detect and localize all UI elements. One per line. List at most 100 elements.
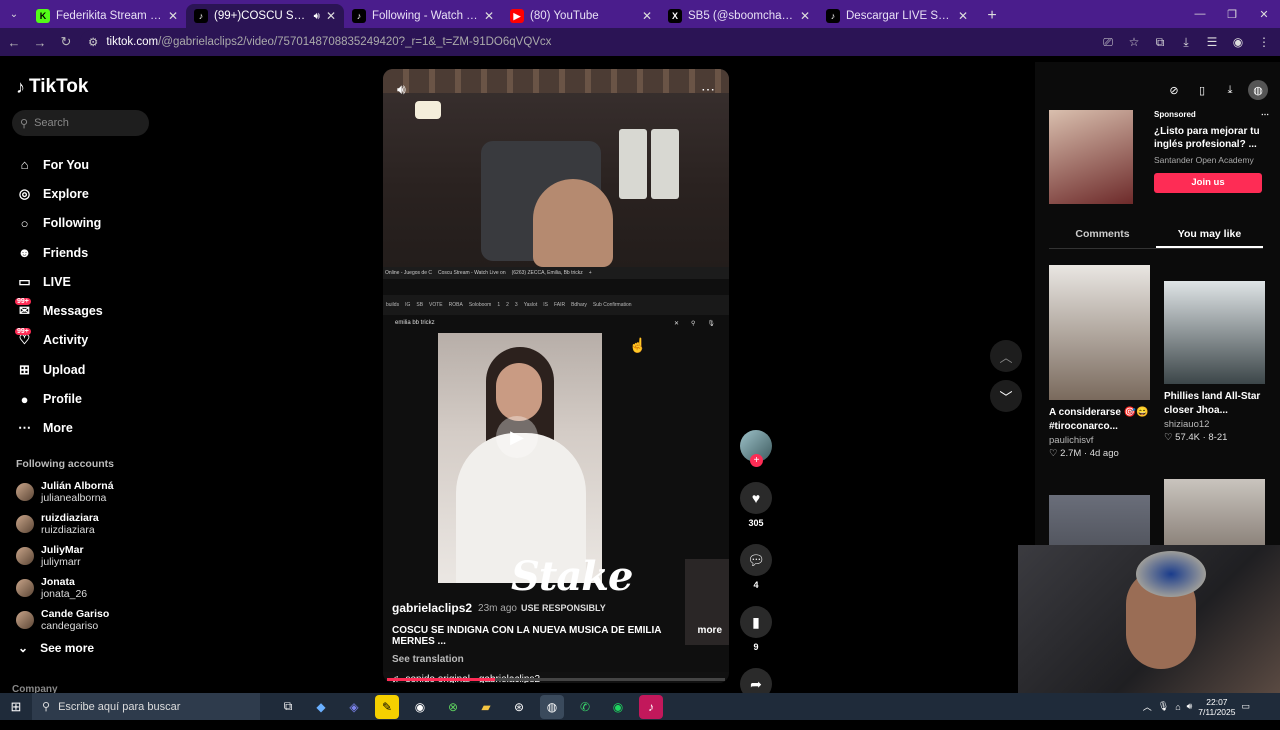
extensions-icon[interactable]: ⧉ xyxy=(1150,32,1170,52)
profile-avatar-icon[interactable]: ◉ xyxy=(1228,32,1248,52)
more-link[interactable]: more xyxy=(698,625,722,647)
teams-icon[interactable]: ◈ xyxy=(342,695,366,719)
download-app-icon[interactable]: ⤓ xyxy=(1220,80,1240,100)
tray-arrow-icon[interactable]: ︿ xyxy=(1143,700,1152,713)
obs-icon[interactable]: ◉ xyxy=(408,695,432,719)
video-thumbnail[interactable] xyxy=(1049,265,1150,400)
notes-icon[interactable]: ✎ xyxy=(375,694,399,719)
see-more-button[interactable]: ⌄ See more xyxy=(18,641,94,655)
chrome-icon[interactable]: ◍ xyxy=(540,694,564,719)
join-us-button[interactable]: Join us xyxy=(1154,173,1262,193)
download-icon[interactable]: ⤓ xyxy=(1176,32,1196,52)
card-author[interactable]: paulichisvf xyxy=(1049,435,1150,446)
install-app-icon[interactable]: ⎚ xyxy=(1098,32,1118,52)
reload-icon[interactable]: ↻ xyxy=(54,30,78,54)
sidebar-item-explore[interactable]: ◎ Explore xyxy=(16,179,103,208)
reading-list-icon[interactable]: ☰ xyxy=(1202,32,1222,52)
site-info-icon[interactable]: ⚙ xyxy=(88,35,98,49)
minimize-icon[interactable]: — xyxy=(1184,0,1216,28)
tab-close-icon[interactable]: ✕ xyxy=(800,9,810,23)
following-account[interactable]: ruizdiaziara ruizdiaziara xyxy=(16,508,114,540)
tab-audio-icon[interactable]: 🔊︎ xyxy=(314,11,320,22)
browser-tab[interactable]: ♪ (99+)COSCU SE INDIGNA C 🔊︎ ✕ xyxy=(186,4,344,28)
video-progress-bar[interactable] xyxy=(387,678,725,681)
tab-close-icon[interactable]: ✕ xyxy=(642,9,652,23)
tab-you-may-like[interactable]: You may like xyxy=(1156,228,1263,248)
mic-tray-icon[interactable]: 🎙︎ xyxy=(1158,701,1169,712)
card-author[interactable]: shiziauo12 xyxy=(1164,419,1265,430)
play-icon[interactable]: ▶ xyxy=(496,416,538,458)
following-account[interactable]: JuliyMar juliymarr xyxy=(16,540,114,572)
recommended-video-card[interactable]: A considerarse 🎯😄 #tiroconarco... paulich… xyxy=(1049,265,1150,459)
sidebar-item-more[interactable]: ⋯ More xyxy=(16,414,103,443)
sidebar-item-messages[interactable]: ✉ 99+ Messages xyxy=(15,296,103,325)
video-author[interactable]: gabrielaclips2 xyxy=(392,601,472,615)
browser-tab[interactable]: K Federikita Stream - Watch Live ✕ xyxy=(28,4,186,28)
browser-tab[interactable]: ▶ (80) YouTube ✕ xyxy=(502,4,660,28)
card-title[interactable]: Phillies land All-Star closer Jhoa... xyxy=(1164,390,1265,418)
bookmark-icon[interactable]: ▮ xyxy=(740,606,772,638)
ad-thumbnail[interactable] xyxy=(1049,110,1133,204)
forward-icon[interactable]: → xyxy=(28,30,52,54)
task-view-icon[interactable]: ⧉ xyxy=(276,695,300,719)
see-translation-link[interactable]: See translation xyxy=(392,654,722,665)
tab-comments[interactable]: Comments xyxy=(1049,228,1156,248)
tab-search-icon[interactable]: ⌄ xyxy=(0,0,28,28)
following-account[interactable]: Julián Alborná julianealborna xyxy=(16,476,114,508)
device-icon[interactable]: ▯ xyxy=(1192,80,1212,100)
notifications-icon[interactable]: ▭ xyxy=(1241,701,1250,712)
following-account[interactable]: Cande Gariso candegariso xyxy=(16,604,114,636)
maximize-icon[interactable]: ❐ xyxy=(1216,0,1248,28)
previous-video-icon[interactable]: ︿ xyxy=(990,340,1022,372)
video-player[interactable]: 🔊︎ ⋯ Online - Juegos de C Coscu Stream - … xyxy=(383,69,729,683)
following-account[interactable]: Jonata jonata_26 xyxy=(16,572,114,604)
sidebar-item-activity[interactable]: ♡ 99+ Activity xyxy=(15,326,103,355)
compass-icon[interactable]: ⊘ xyxy=(1164,80,1184,100)
tiktok-taskbar-icon[interactable]: ♪ xyxy=(639,694,663,719)
app-icon[interactable]: ⊛ xyxy=(507,695,531,719)
video-more-icon[interactable]: ⋯ xyxy=(701,81,715,97)
sidebar-item-profile[interactable]: ● Profile xyxy=(16,384,103,413)
next-video-icon[interactable]: ﹀ xyxy=(990,380,1022,412)
sidebar-item-live[interactable]: ▭ LIVE xyxy=(16,267,103,296)
author-avatar[interactable]: + xyxy=(740,430,772,467)
taskbar-search[interactable]: ⚲ Escribe aquí para buscar xyxy=(32,693,260,720)
tiktok-logo[interactable]: ♪ TikTok xyxy=(16,76,88,98)
new-tab-button[interactable]: + xyxy=(980,4,1004,28)
network-icon[interactable]: ⌂ xyxy=(1175,702,1180,712)
windows-start-icon[interactable]: ⊞ xyxy=(0,699,32,715)
recommended-video-card[interactable]: Phillies land All-Star closer Jhoa... shi… xyxy=(1164,281,1265,443)
sidebar-item-upload[interactable]: ⊞ Upload xyxy=(16,355,103,384)
search-input[interactable]: ⚲ Search xyxy=(12,110,149,136)
card-title[interactable]: A considerarse 🎯😄 #tiroconarco... xyxy=(1049,406,1150,434)
browser-tab[interactable]: ♪ Descargar LIVE Studio | TikTok ✕ xyxy=(818,4,976,28)
browser-menu-icon[interactable]: ⋮ xyxy=(1254,32,1274,52)
tab-close-icon[interactable]: ✕ xyxy=(958,9,968,23)
tab-close-icon[interactable]: ✕ xyxy=(168,9,178,23)
url-field[interactable]: ⚙ tiktok.com/@gabrielaclips2/video/75701… xyxy=(80,30,1140,54)
file-explorer-icon[interactable]: ▰ xyxy=(474,695,498,719)
ad-headline[interactable]: ¿Listo para mejorar tu inglés profesiona… xyxy=(1154,125,1269,151)
sidebar-item-friends[interactable]: ☻ Friends xyxy=(16,238,103,267)
volume-tray-icon[interactable]: 🔊︎ xyxy=(1187,701,1193,712)
copilot-icon[interactable]: ◆ xyxy=(309,695,333,719)
comment-icon[interactable]: 💬︎ xyxy=(740,544,772,576)
bookmark-star-icon[interactable]: ☆ xyxy=(1124,32,1144,52)
sidebar-item-following[interactable]: ○ Following xyxy=(16,209,103,238)
like-icon[interactable]: ♥ xyxy=(740,482,772,514)
sponsored-ad[interactable]: Sponsored ⋯ ¿Listo para mejorar tu inglé… xyxy=(1049,110,1269,204)
whatsapp-icon[interactable]: ✆ xyxy=(573,695,597,719)
tab-close-icon[interactable]: ✕ xyxy=(484,9,494,23)
ad-more-icon[interactable]: ⋯ xyxy=(1261,110,1269,119)
back-icon[interactable]: ← xyxy=(2,30,26,54)
browser-tab[interactable]: ♪ Following - Watch videos from ✕ xyxy=(344,4,502,28)
close-window-icon[interactable]: ✕ xyxy=(1248,0,1280,28)
browser-tab[interactable]: X SB5 (@sboomchallenge) / X ✕ xyxy=(660,4,818,28)
volume-icon[interactable]: 🔊︎ xyxy=(397,81,406,97)
sidebar-item-for-you[interactable]: ⌂ For You xyxy=(16,150,103,179)
clock[interactable]: 22:07 7/11/2025 xyxy=(1198,697,1235,717)
user-avatar[interactable]: ◍ xyxy=(1248,80,1268,100)
xbox-icon[interactable]: ⊗ xyxy=(441,695,465,719)
spotify-icon[interactable]: ◉ xyxy=(606,695,630,719)
follow-plus-icon[interactable]: + xyxy=(750,454,763,467)
